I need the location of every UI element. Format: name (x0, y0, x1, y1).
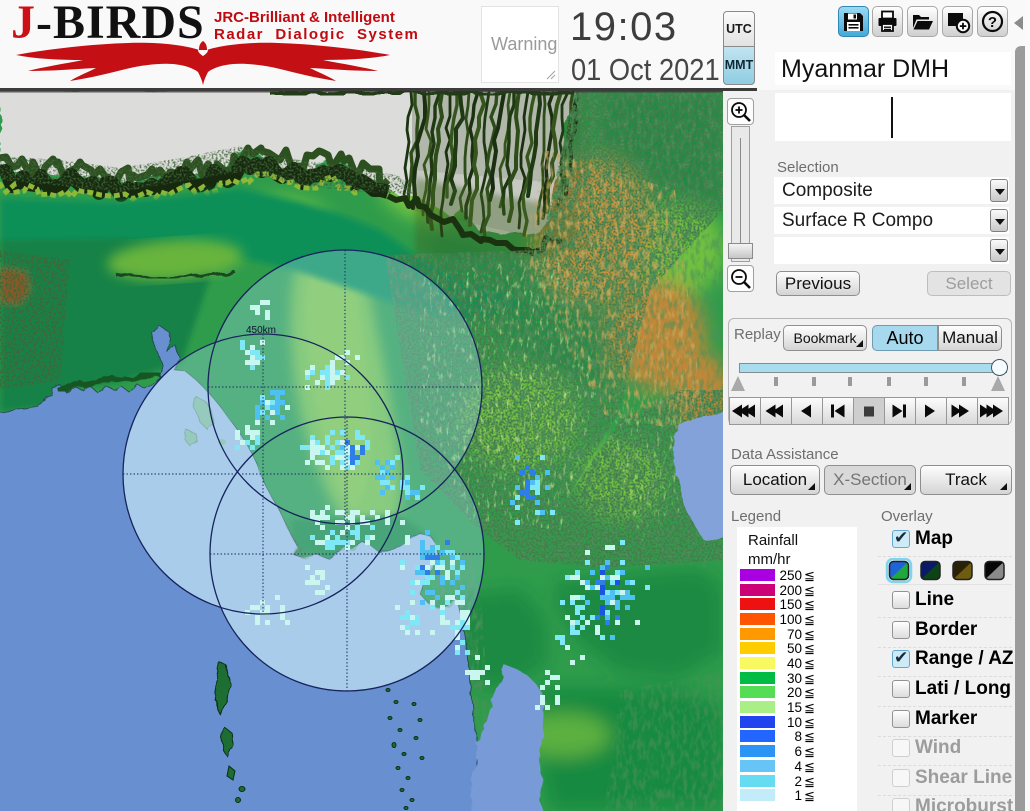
svg-text:?: ? (988, 14, 997, 31)
svg-text:450km: 450km (246, 325, 276, 336)
